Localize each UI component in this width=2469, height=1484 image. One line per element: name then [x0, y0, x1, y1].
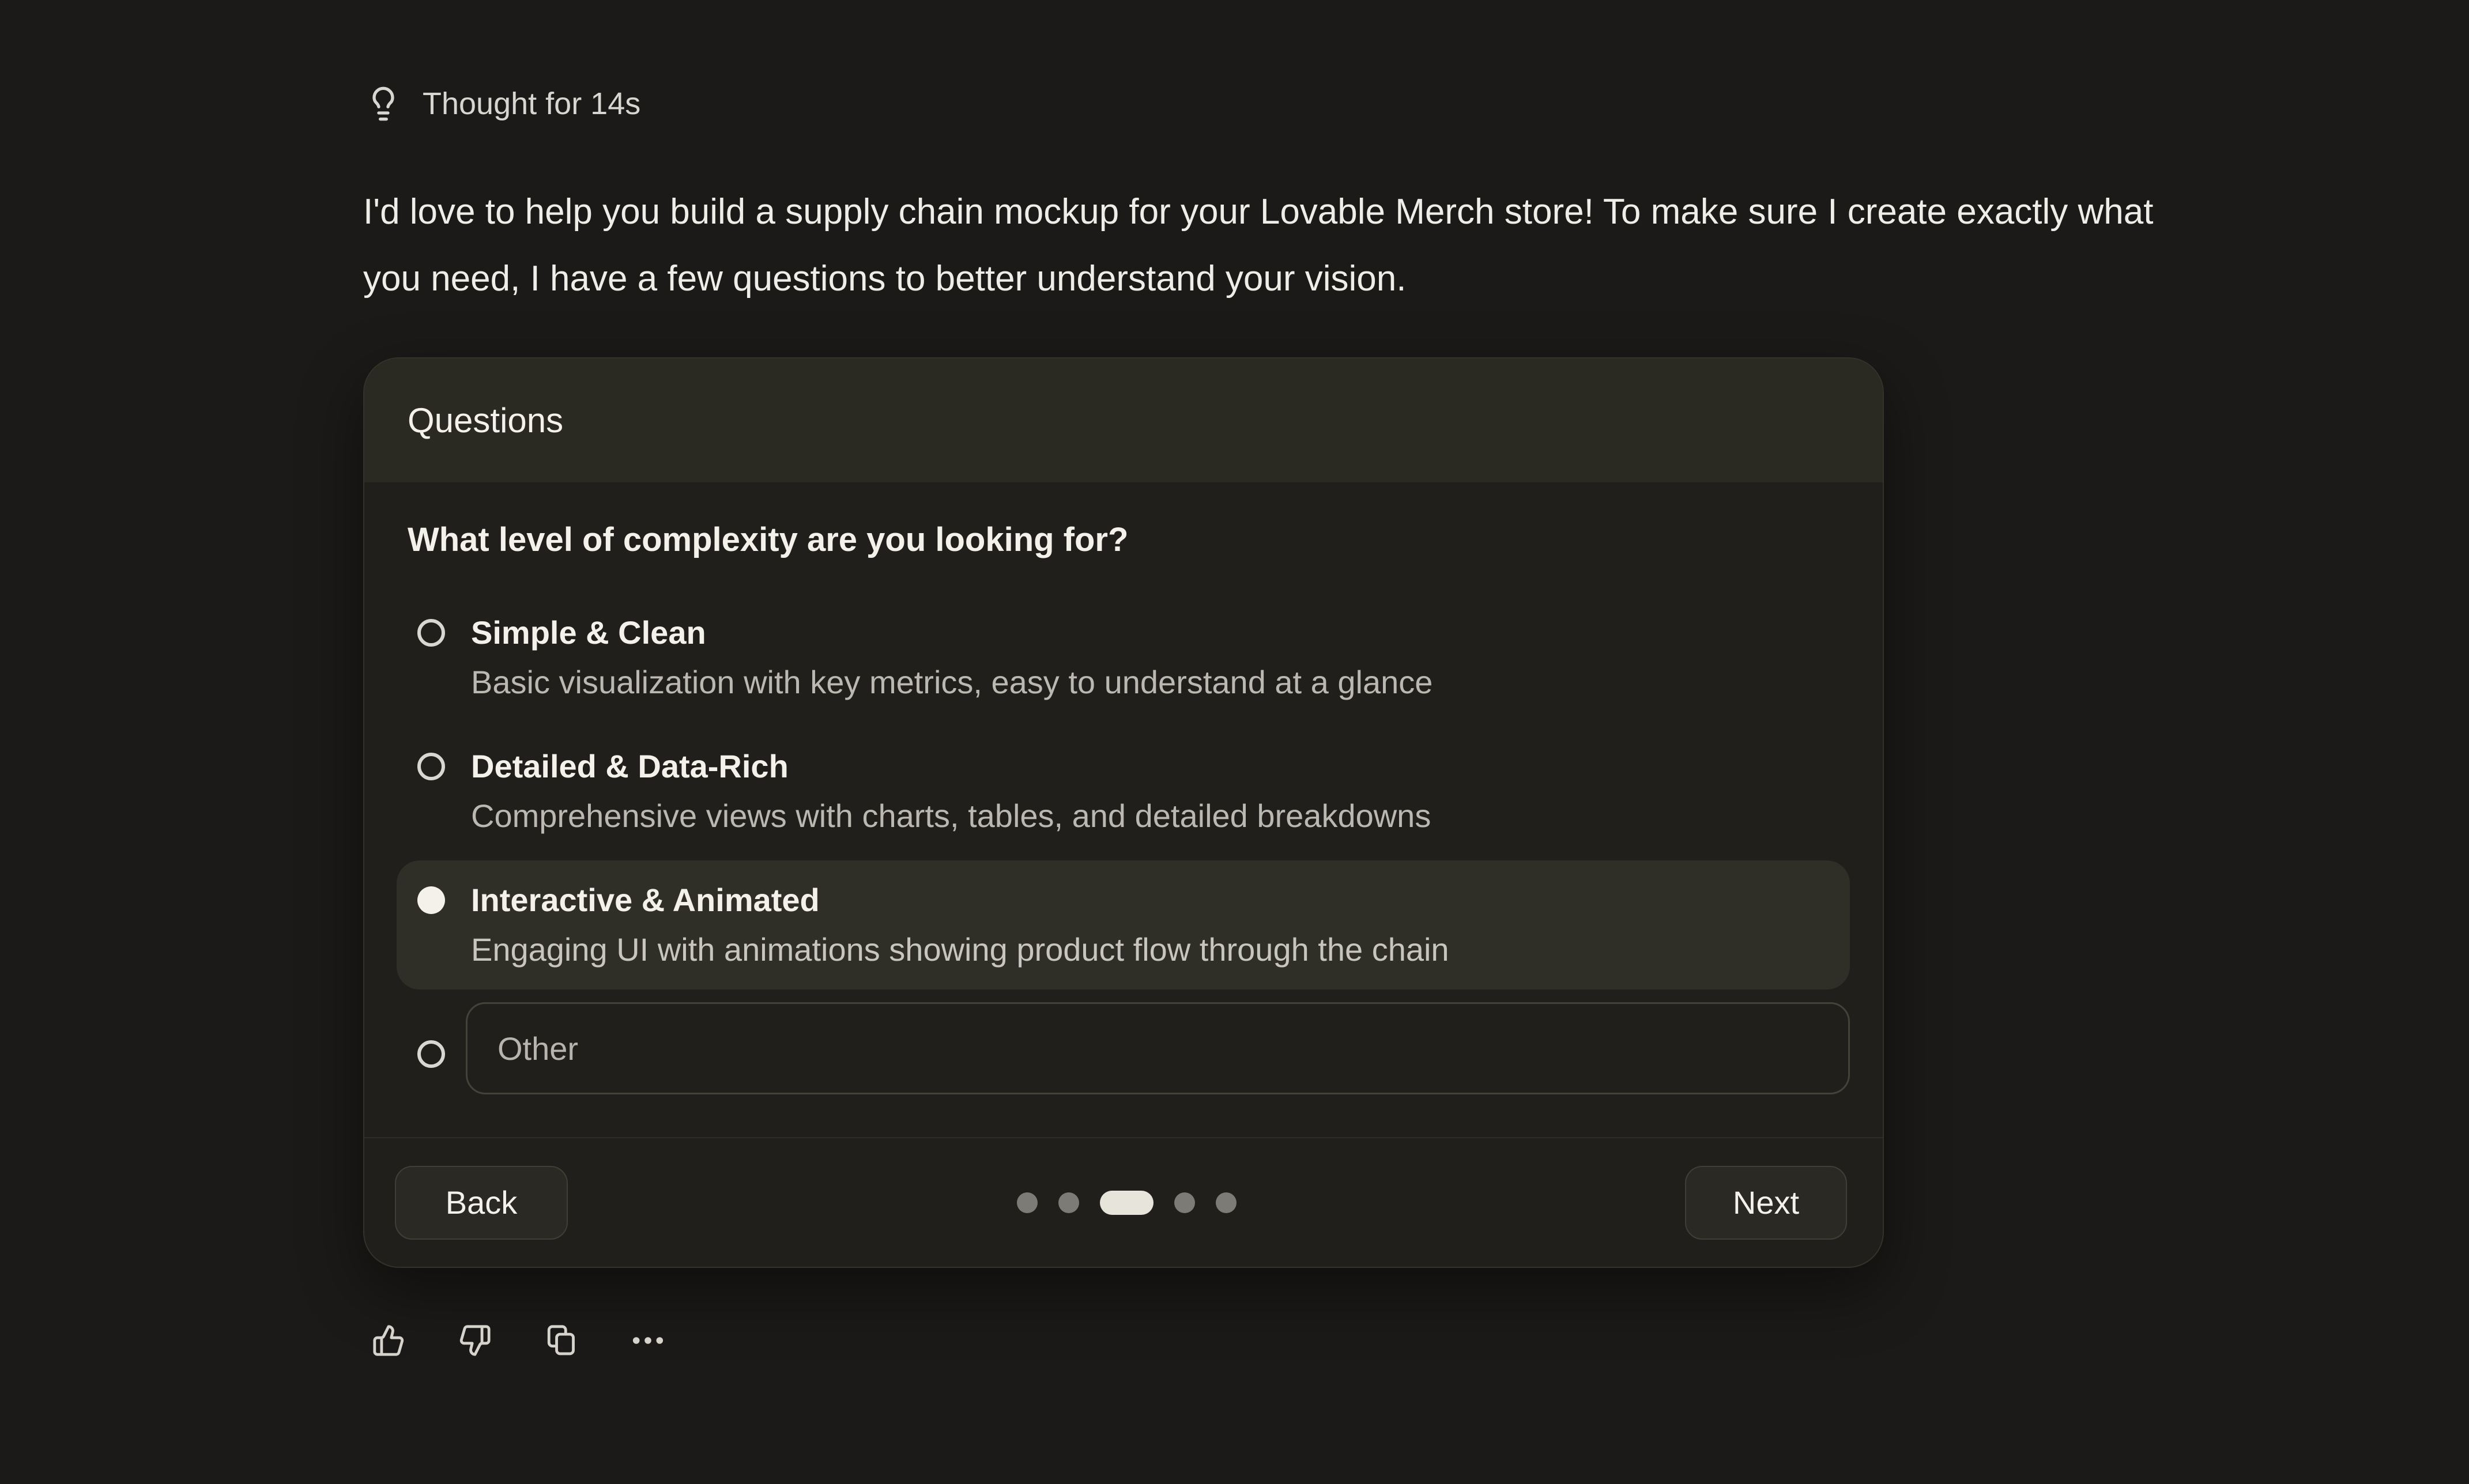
card-footer: Back Next [364, 1137, 1883, 1267]
message-actions [372, 1324, 665, 1357]
card-title: Questions [408, 401, 563, 440]
assistant-message: I'd love to help you build a supply chai… [363, 179, 2179, 312]
copy-icon [545, 1324, 578, 1357]
option-text: Simple & Clean Basic visualization with … [471, 608, 1433, 707]
pagination-dots [1017, 1191, 1237, 1215]
radio-unselected-icon[interactable] [417, 619, 445, 647]
back-button[interactable]: Back [395, 1166, 568, 1240]
option-title: Interactive & Animated [471, 875, 1449, 925]
thumbs-down-icon [458, 1324, 492, 1357]
pagination-dot [1174, 1192, 1195, 1213]
questions-card: Questions What level of complexity are y… [363, 357, 1884, 1268]
option-description: Engaging UI with animations showing prod… [471, 925, 1449, 975]
radio-unselected-icon[interactable] [417, 753, 445, 780]
thumbs-up-icon [372, 1324, 405, 1357]
option-other[interactable] [397, 1002, 1850, 1094]
pagination-dot-active [1100, 1191, 1154, 1215]
other-input[interactable] [466, 1002, 1850, 1094]
radio-unselected-icon[interactable] [417, 1040, 445, 1068]
option-title: Simple & Clean [471, 608, 1433, 658]
option-description: Basic visualization with key metrics, ea… [471, 658, 1433, 707]
next-button[interactable]: Next [1685, 1166, 1847, 1240]
thought-toggle[interactable]: Thought for 14s [365, 81, 640, 127]
radio-selected-icon[interactable] [417, 886, 445, 914]
more-options-button[interactable] [631, 1324, 665, 1357]
card-header: Questions [364, 358, 1883, 482]
option-text: Detailed & Data-Rich Comprehensive views… [471, 742, 1431, 841]
thought-label: Thought for 14s [423, 81, 640, 127]
thumbs-up-button[interactable] [372, 1324, 405, 1357]
card-body: What level of complexity are you looking… [364, 482, 1883, 1137]
pagination-dot [1216, 1192, 1237, 1213]
thumbs-down-button[interactable] [458, 1324, 492, 1357]
pagination-dot [1058, 1192, 1079, 1213]
options-list: Simple & Clean Basic visualization with … [397, 593, 1850, 1094]
question-text: What level of complexity are you looking… [408, 519, 1850, 561]
option-interactive-animated[interactable]: Interactive & Animated Engaging UI with … [397, 860, 1850, 990]
option-text: Interactive & Animated Engaging UI with … [471, 875, 1449, 975]
option-simple-clean[interactable]: Simple & Clean Basic visualization with … [397, 593, 1850, 722]
copy-button[interactable] [545, 1324, 578, 1357]
option-detailed-data-rich[interactable]: Detailed & Data-Rich Comprehensive views… [397, 727, 1850, 856]
pagination-dot [1017, 1192, 1038, 1213]
lightbulb-icon [365, 85, 402, 122]
ellipsis-icon [631, 1324, 665, 1357]
option-description: Comprehensive views with charts, tables,… [471, 791, 1431, 841]
option-title: Detailed & Data-Rich [471, 742, 1431, 791]
